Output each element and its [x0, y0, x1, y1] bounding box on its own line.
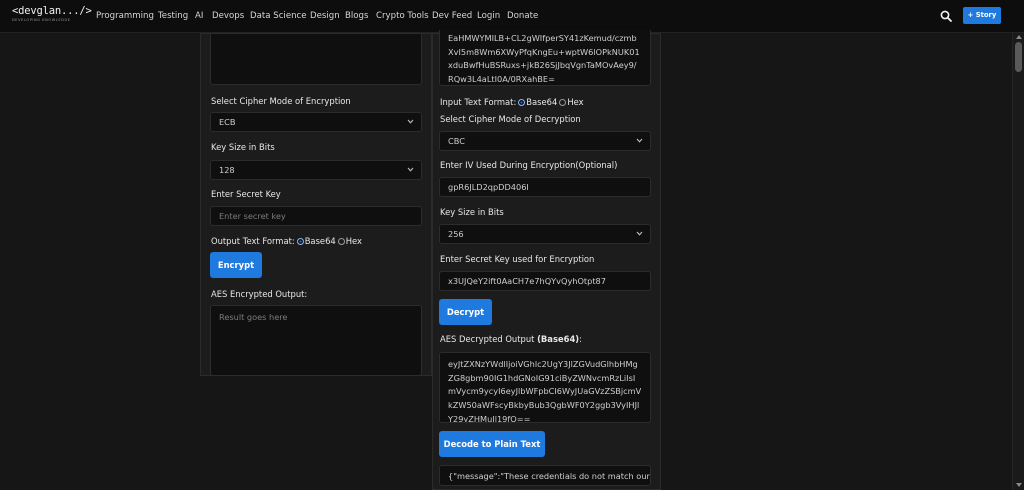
decrypt-key-size-value: 256 — [448, 229, 464, 239]
decrypted-output-label-suffix: : — [579, 334, 582, 344]
nav-link-design[interactable]: Design — [310, 11, 340, 21]
output-format-label: Output Text Format: — [211, 236, 295, 246]
iv-input[interactable]: gpR6JLD2qpDD406I — [439, 177, 651, 197]
encrypt-key-size-label: Key Size in Bits — [211, 142, 275, 152]
output-format-hex-radio[interactable] — [337, 237, 345, 245]
page-scrollbar[interactable] — [1012, 33, 1024, 490]
decryption-panel: EaHMWYMILB+CL2gWIfperSY41zKemud/czmbXvI5… — [432, 30, 661, 490]
nav-link-devops[interactable]: Devops — [212, 11, 244, 21]
output-format-base64-radio[interactable] — [296, 237, 304, 245]
output-format-base64-label: Base64 — [304, 236, 336, 246]
encrypt-key-size-select[interactable]: 128 — [210, 160, 422, 180]
output-format-hex-label: Hex — [345, 236, 363, 246]
chevron-down-icon — [407, 167, 414, 172]
output-format-group: Output Text Format: Base64 Hex — [211, 236, 362, 246]
top-navbar: <devglan.../> DEVELOPING KNOWLEDGE Progr… — [0, 0, 1024, 33]
encrypt-button[interactable]: Encrypt — [210, 252, 262, 278]
chevron-down-icon — [636, 231, 643, 236]
nav-link-crypto-tools[interactable]: Crypto Tools — [376, 11, 429, 21]
decode-plain-text-button[interactable]: Decode to Plain Text — [439, 431, 545, 457]
nav-link-blogs[interactable]: Blogs — [345, 11, 368, 21]
scroll-down-icon[interactable] — [1016, 483, 1022, 487]
chevron-down-icon — [636, 138, 643, 143]
input-format-base64-label: Base64 — [526, 97, 558, 107]
nav-link-dev-feed[interactable]: Dev Feed — [432, 11, 472, 21]
encrypt-cipher-mode-select[interactable]: ECB — [210, 112, 422, 132]
encrypted-output-label: AES Encrypted Output: — [211, 289, 308, 299]
encrypt-cipher-mode-value: ECB — [219, 117, 236, 127]
decrypt-cipher-mode-select[interactable]: CBC — [439, 131, 651, 151]
scrollbar-thumb[interactable] — [1015, 42, 1022, 72]
nav-link-testing[interactable]: Testing — [158, 11, 188, 21]
chevron-down-icon — [407, 119, 414, 124]
add-story-button[interactable]: + Story — [963, 7, 1001, 24]
site-logo[interactable]: <devglan.../> DEVELOPING KNOWLEDGE — [12, 5, 92, 27]
encrypt-cipher-mode-label: Select Cipher Mode of Encryption — [211, 96, 351, 106]
plain-text-output-field[interactable]: {"message":"These credentials do not mat… — [439, 465, 651, 486]
encrypt-secret-key-label: Enter Secret Key — [211, 189, 281, 199]
input-format-hex-radio[interactable] — [559, 98, 567, 106]
iv-value: gpR6JLD2qpDD406I — [448, 182, 529, 192]
decrypted-output-label-format: (Base64) — [537, 334, 580, 344]
search-icon[interactable] — [940, 10, 952, 22]
input-format-hex-label: Hex — [567, 97, 584, 107]
nav-link-login[interactable]: Login — [477, 11, 500, 21]
decrypt-secret-key-value: x3UJQeY2ift0AaCH7e7hQYvQyhOtpt87 — [448, 276, 606, 286]
decrypt-button[interactable]: Decrypt — [439, 299, 492, 325]
encrypt-secret-key-input[interactable]: Enter secret key — [210, 206, 422, 226]
nav-link-data-science[interactable]: Data Science — [250, 11, 307, 21]
decrypted-output-field[interactable]: eyJtZXNzYWdlIjoiVGhlc2UgY3JlZGVudGlhbHMg… — [439, 352, 651, 423]
plain-text-output-value: {"message":"These credentials do not mat… — [448, 470, 650, 481]
scroll-up-icon[interactable] — [1016, 35, 1022, 39]
decrypt-key-size-label: Key Size in Bits — [440, 207, 504, 217]
encrypt-key-size-value: 128 — [219, 165, 235, 175]
nav-link-ai[interactable]: AI — [195, 11, 203, 21]
encrypted-output-field[interactable]: Result goes here — [210, 305, 422, 376]
decrypted-output-value: eyJtZXNzYWdlIjoiVGhlc2UgY3JlZGVudGlhbHMg… — [448, 359, 642, 423]
nav-link-programming[interactable]: Programming — [96, 11, 154, 21]
decrypted-output-label: AES Decrypted Output (Base64): — [440, 334, 582, 344]
nav-link-donate[interactable]: Donate — [507, 11, 538, 21]
decrypt-cipher-mode-value: CBC — [448, 136, 465, 146]
decrypt-secret-key-input[interactable]: x3UJQeY2ift0AaCH7e7hQYvQyhOtpt87 — [439, 271, 651, 291]
plain-text-input[interactable] — [210, 34, 422, 85]
encrypted-input-value: EaHMWYMILB+CL2gWIfperSY41zKemud/czmbXvI5… — [448, 33, 640, 85]
input-format-group: Input Text Format: Base64 Hex — [440, 97, 584, 107]
logo-text: <devglan.../> — [12, 5, 92, 17]
decrypt-cipher-mode-label: Select Cipher Mode of Decryption — [440, 114, 581, 124]
decrypt-key-size-select[interactable]: 256 — [439, 224, 651, 244]
decrypted-output-label-prefix: AES Decrypted Output — [440, 334, 538, 344]
input-format-label: Input Text Format: — [440, 97, 517, 107]
encrypted-output-placeholder: Result goes here — [219, 312, 288, 322]
encryption-panel: Select Cipher Mode of Encryption ECB Key… — [200, 33, 432, 376]
encrypt-secret-key-placeholder: Enter secret key — [219, 211, 286, 221]
iv-label: Enter IV Used During Encryption(Optional… — [440, 160, 618, 170]
input-format-base64-radio[interactable] — [518, 98, 526, 106]
encrypted-input-field[interactable]: EaHMWYMILB+CL2gWIfperSY41zKemud/czmbXvI5… — [439, 30, 651, 86]
logo-tagline: DEVELOPING KNOWLEDGE — [12, 18, 71, 22]
decrypt-secret-key-label: Enter Secret Key used for Encryption — [440, 254, 595, 264]
